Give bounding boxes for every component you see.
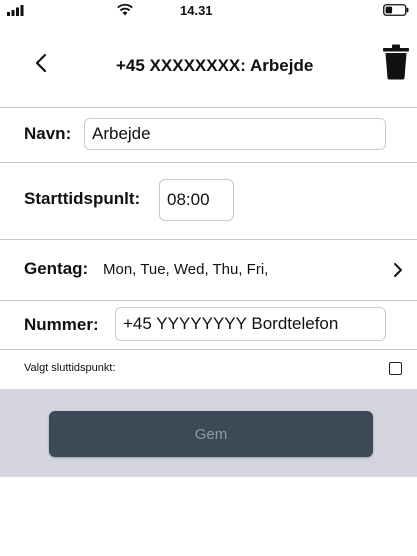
status-bar: 14.31	[0, 0, 417, 22]
name-label: Navn:	[24, 124, 72, 143]
page-title: +45 XXXXXXXX: Arbejde	[116, 56, 314, 75]
status-time: 14.31	[180, 3, 213, 18]
chevron-right-icon	[394, 263, 402, 277]
save-button[interactable]: Gem	[49, 411, 373, 457]
start-time-label: Starttidspunlt:	[24, 189, 141, 208]
start-time-row: Starttidspunlt: 08:00	[0, 163, 417, 240]
name-input[interactable]: Arbejde	[84, 118, 386, 150]
repeat-value: Mon, Tue, Wed, Thu, Fri,	[103, 261, 269, 278]
battery-icon	[383, 4, 409, 16]
repeat-label: Gentag:	[24, 259, 89, 278]
number-label: Nummer:	[24, 315, 99, 334]
number-input[interactable]: +45 YYYYYYYY Bordtelefon	[115, 307, 386, 341]
repeat-row[interactable]: Gentag: Mon, Tue, Wed, Thu, Fri,	[0, 240, 417, 301]
end-time-row: Valgt sluttidspunkt:	[0, 350, 417, 388]
chevron-left-icon	[35, 53, 47, 73]
wifi-icon	[117, 3, 133, 16]
screen: 14.31 +45 XXXXXXXX: Arbejde Navn: Arbejd…	[0, 0, 417, 556]
number-row: Nummer: +45 YYYYYYYY Bordtelefon	[0, 301, 417, 350]
footer-area: Gem	[0, 389, 417, 477]
end-time-checkbox[interactable]	[389, 362, 402, 375]
nav-bar: +45 XXXXXXXX: Arbejde	[0, 22, 417, 108]
signal-icon	[7, 5, 24, 16]
trash-icon[interactable]	[383, 44, 409, 80]
end-time-label: Valgt sluttidspunkt:	[24, 362, 116, 374]
name-row: Navn: Arbejde	[0, 108, 417, 163]
back-button[interactable]	[28, 46, 54, 80]
start-time-input[interactable]: 08:00	[159, 179, 234, 221]
